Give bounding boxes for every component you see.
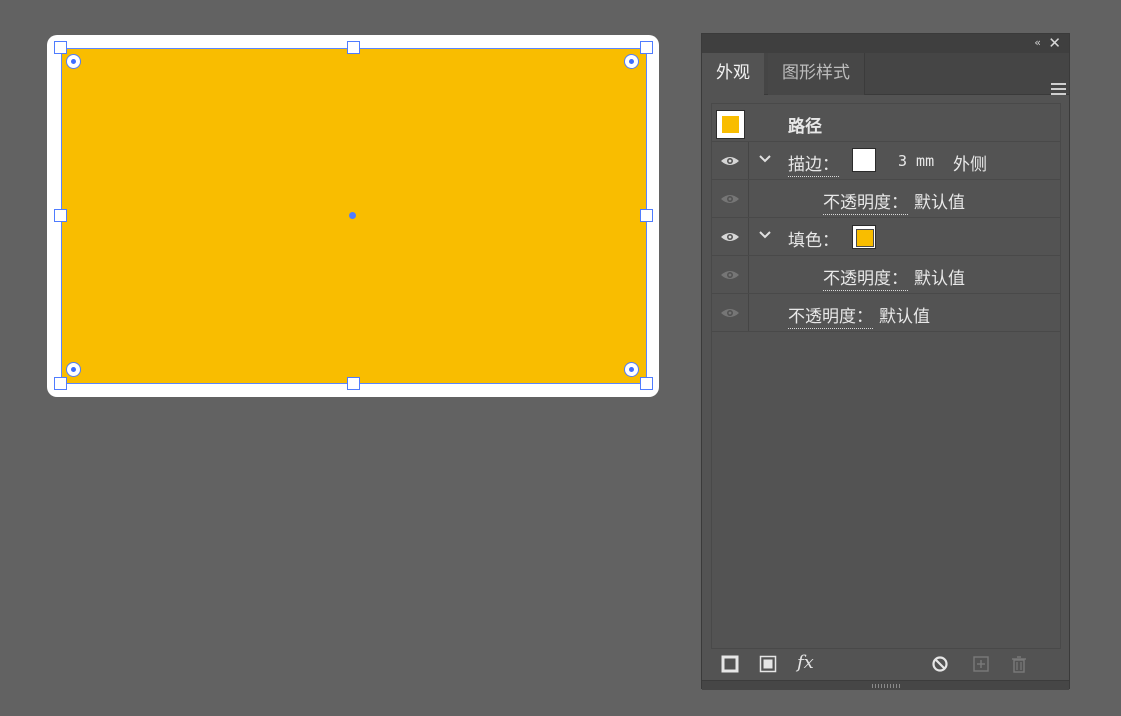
row-stroke-opacity[interactable]: 不透明度： 默认值: [712, 180, 1060, 218]
fill-opacity-label[interactable]: 不透明度：: [823, 264, 908, 291]
chevron-down-icon[interactable]: [758, 152, 772, 166]
handle-middle-right[interactable]: [640, 209, 653, 222]
visibility-column: [712, 256, 749, 293]
add-new-fill-icon[interactable]: [759, 655, 777, 673]
stroke-opacity-value: 默认值: [914, 193, 965, 213]
workspace: ‹‹ ✕ 外观 图形样式 路径 描边： 3 mm 外侧 不透明度： 默认值 填色…: [0, 0, 1121, 716]
tab-appearance[interactable]: 外观: [702, 53, 764, 95]
fill-label: 填色：: [788, 231, 839, 251]
stroke-label[interactable]: 描边：: [788, 150, 839, 177]
delete-item-icon[interactable]: [1010, 655, 1028, 673]
object-label: 路径: [788, 117, 822, 137]
object-opacity-label[interactable]: 不透明度：: [788, 302, 873, 329]
visibility-column: [712, 142, 749, 179]
row-fill[interactable]: 填色：: [712, 218, 1060, 256]
appearance-panel: ‹‹ ✕ 外观 图形样式 路径 描边： 3 mm 外侧 不透明度： 默认值 填色…: [701, 33, 1070, 690]
handle-top-left[interactable]: [54, 41, 67, 54]
handle-bottom-center[interactable]: [347, 377, 360, 390]
handle-bottom-right[interactable]: [640, 377, 653, 390]
eye-icon-dim[interactable]: [720, 193, 740, 205]
visibility-column: [712, 218, 749, 255]
stroke-align: 外侧: [953, 155, 987, 175]
add-new-effect-icon[interactable]: fx: [797, 652, 814, 673]
fill-opacity-value: 默认值: [914, 269, 965, 289]
close-icon[interactable]: ✕: [1048, 34, 1061, 52]
chevron-down-icon[interactable]: [758, 228, 772, 242]
handle-top-right[interactable]: [640, 41, 653, 54]
row-object-opacity[interactable]: 不透明度： 默认值: [712, 294, 1060, 332]
stroke-opacity-label[interactable]: 不透明度：: [823, 188, 908, 215]
center-point: [349, 212, 356, 219]
corner-widget-bottom-right[interactable]: [624, 362, 639, 377]
stroke-weight[interactable]: 3 mm: [898, 152, 934, 170]
stroke-color-swatch[interactable]: [852, 148, 876, 172]
row-stroke[interactable]: 描边： 3 mm 外侧: [712, 142, 1060, 180]
appearance-list: 路径 描边： 3 mm 外侧 不透明度： 默认值 填色： 不透明度： 默认值 不…: [711, 103, 1061, 649]
clear-appearance-icon[interactable]: [931, 655, 949, 673]
path-thumbnail: [716, 110, 745, 139]
object-opacity-value: 默认值: [879, 307, 930, 327]
hamburger-menu-icon[interactable]: [1051, 83, 1066, 95]
panel-resize-grip[interactable]: [702, 680, 1069, 690]
duplicate-item-icon[interactable]: [972, 655, 990, 673]
double-chevron-left-icon[interactable]: ‹‹: [1034, 36, 1041, 49]
eye-icon-dim[interactable]: [720, 307, 740, 319]
fill-color-swatch[interactable]: [852, 225, 876, 249]
panel-footer: fx: [702, 651, 1069, 681]
panel-titlebar[interactable]: ‹‹ ✕: [702, 34, 1069, 53]
eye-icon[interactable]: [720, 155, 740, 167]
corner-widget-bottom-left[interactable]: [66, 362, 81, 377]
corner-widget-top-left[interactable]: [66, 54, 81, 69]
eye-icon-dim[interactable]: [720, 269, 740, 281]
handle-middle-left[interactable]: [54, 209, 67, 222]
row-fill-opacity[interactable]: 不透明度： 默认值: [712, 256, 1060, 294]
eye-icon[interactable]: [720, 231, 740, 243]
tab-graphic-styles[interactable]: 图形样式: [768, 53, 865, 95]
visibility-column: [712, 180, 749, 217]
row-path[interactable]: 路径: [712, 104, 1060, 142]
panel-tabbar: 外观 图形样式: [702, 53, 1069, 95]
handle-bottom-left[interactable]: [54, 377, 67, 390]
add-new-stroke-icon[interactable]: [721, 655, 739, 673]
handle-top-center[interactable]: [347, 41, 360, 54]
corner-widget-top-right[interactable]: [624, 54, 639, 69]
visibility-column: [712, 294, 749, 331]
